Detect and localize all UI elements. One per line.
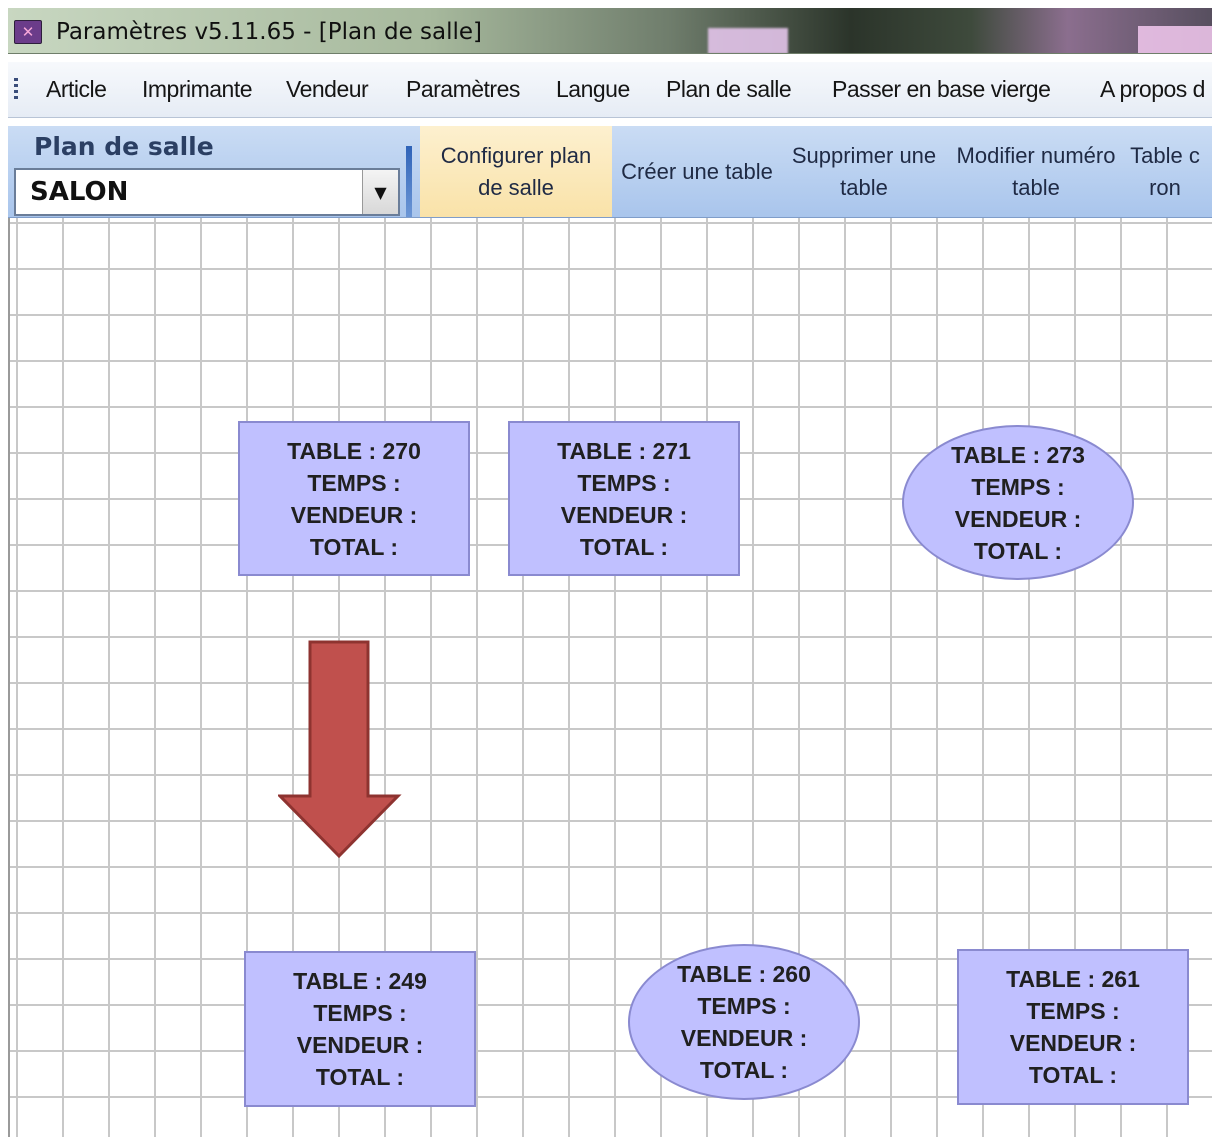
table-273[interactable]: TABLE : 273 TEMPS : VENDEUR : TOTAL : <box>902 425 1134 580</box>
window-title-bar[interactable]: ✕ Paramètres v5.11.65 - [Plan de salle] <box>8 8 1212 54</box>
table-temps: TEMPS : <box>971 473 1065 500</box>
dropdown-button[interactable]: ▼ <box>362 170 398 214</box>
menu-item-langue[interactable]: Langue <box>556 76 630 103</box>
table-total: TOTAL : <box>309 533 399 560</box>
table-vendeur: VENDEUR : <box>680 1025 808 1051</box>
table-number: TABLE : 270 <box>287 437 421 464</box>
menu-item-article[interactable]: Article <box>46 76 107 103</box>
table-total: TOTAL : <box>973 537 1063 564</box>
table-number: TABLE : 260 <box>677 961 811 987</box>
create-table-label: Créer une table <box>621 159 773 184</box>
delete-table-label: Supprimer une table <box>791 143 937 200</box>
table-temps: TEMPS : <box>697 993 791 1019</box>
app-icon[interactable]: ✕ <box>14 20 42 44</box>
menu-item-base-vierge[interactable]: Passer en base vierge <box>832 76 1051 103</box>
title-bar-decoration <box>708 28 788 53</box>
round-table-label: Table c ron <box>1130 143 1200 200</box>
arrow-down-icon <box>278 640 402 859</box>
table-number: TABLE : 261 <box>1006 966 1140 992</box>
menu-item-a-propos[interactable]: A propos d <box>1100 76 1205 103</box>
table-vendeur: VENDEUR : <box>954 505 1082 532</box>
table-total: TOTAL : <box>315 1064 405 1090</box>
menu-item-vendeur[interactable]: Vendeur <box>286 76 369 103</box>
room-select-value: SALON <box>30 177 129 207</box>
plan-de-salle-label: Plan de salle <box>34 132 214 161</box>
modify-table-number-label: Modifier numéro table <box>956 143 1116 200</box>
modify-table-number-button[interactable]: Modifier numéro table <box>946 126 1126 217</box>
create-table-button[interactable]: Créer une table <box>612 126 782 217</box>
menu-bar: Article Imprimante Vendeur Paramètres La… <box>8 62 1212 118</box>
table-temps: TEMPS : <box>577 469 671 496</box>
table-temps: TEMPS : <box>307 469 401 496</box>
table-270[interactable]: TABLE : 270 TEMPS : VENDEUR : TOTAL : <box>238 421 470 576</box>
table-total: TOTAL : <box>1028 1062 1118 1088</box>
table-number: TABLE : 273 <box>951 441 1085 468</box>
menu-item-plan-de-salle[interactable]: Plan de salle <box>666 76 792 103</box>
round-table-button[interactable]: Table c ron <box>1130 126 1212 217</box>
table-number: TABLE : 271 <box>557 437 691 464</box>
title-bar-decoration <box>1138 26 1212 53</box>
delete-table-button[interactable]: Supprimer une table <box>782 126 946 217</box>
table-vendeur: VENDEUR : <box>560 501 688 528</box>
menu-item-parametres[interactable]: Paramètres <box>406 76 520 103</box>
table-total: TOTAL : <box>579 533 669 560</box>
table-260[interactable]: TABLE : 260 TEMPS : VENDEUR : TOTAL : <box>628 944 860 1100</box>
table-total: TOTAL : <box>699 1057 789 1083</box>
table-vendeur: VENDEUR : <box>296 1032 424 1058</box>
table-number: TABLE : 249 <box>293 968 427 994</box>
configure-plan-label: Configurer plan de salle <box>440 143 592 200</box>
chevron-down-icon: ▼ <box>374 182 387 202</box>
table-temps: TEMPS : <box>1026 998 1120 1024</box>
table-249[interactable]: TABLE : 249 TEMPS : VENDEUR : TOTAL : <box>244 951 476 1107</box>
configure-plan-button[interactable]: Configurer plan de salle <box>420 126 612 217</box>
table-271[interactable]: TABLE : 271 TEMPS : VENDEUR : TOTAL : <box>508 421 740 576</box>
table-temps: TEMPS : <box>313 1000 407 1026</box>
table-261[interactable]: TABLE : 261 TEMPS : VENDEUR : TOTAL : <box>957 949 1189 1105</box>
menu-grip-handle[interactable] <box>14 78 18 102</box>
window-title: Paramètres v5.11.65 - [Plan de salle] <box>56 19 483 45</box>
toolbar: Plan de salle SALON ▼ Configurer plan de… <box>8 126 1212 218</box>
table-vendeur: VENDEUR : <box>1009 1030 1137 1056</box>
toolbar-separator <box>406 146 412 217</box>
table-vendeur: VENDEUR : <box>290 501 418 528</box>
menu-item-imprimante[interactable]: Imprimante <box>142 76 253 103</box>
room-select[interactable]: SALON ▼ <box>14 168 400 216</box>
